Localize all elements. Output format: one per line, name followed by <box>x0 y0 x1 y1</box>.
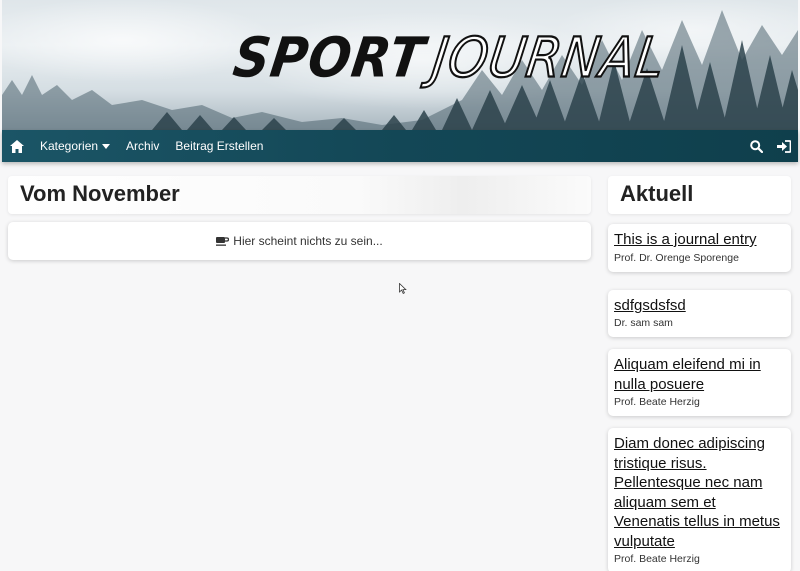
login-button[interactable] <box>770 130 798 162</box>
entry-title-link[interactable]: sdfgsdsfsd <box>614 296 785 316</box>
entry-title-link[interactable]: Aliquam eleifend mi in nulla posuere <box>614 355 785 394</box>
entry-author: Prof. Dr. Orenge Sporenge <box>614 251 739 264</box>
nav-beitrag-erstellen-label: Beitrag Erstellen <box>175 139 264 153</box>
nav-right <box>742 130 798 162</box>
main-content: Vom November Hier scheint nichts zu sein… <box>8 176 591 260</box>
nav-beitrag-erstellen[interactable]: Beitrag Erstellen <box>167 130 271 162</box>
sidebar-title: Aktuell <box>620 181 694 206</box>
nav-archiv-label: Archiv <box>126 139 160 153</box>
empty-state-card: Hier scheint nichts zu sein... <box>8 222 591 260</box>
search-button[interactable] <box>742 130 770 162</box>
caret-down-icon <box>102 143 111 149</box>
coffee-icon <box>216 236 230 246</box>
list-item: sdfgsdsfsd Dr. sam sam <box>608 289 791 337</box>
site-logo[interactable]: SPORT JOURNAL <box>230 25 670 91</box>
header-banner: SPORT JOURNAL <box>2 0 798 130</box>
nav-archiv[interactable]: Archiv <box>118 130 167 162</box>
sidebar-title-card: Aktuell <box>608 176 791 214</box>
sign-in-icon <box>777 139 791 153</box>
entry-author: Prof. Beate Herzig <box>614 553 700 565</box>
entry-title-link[interactable]: Diam donec adipiscing tristique risus. P… <box>614 434 785 551</box>
page-title-card: Vom November <box>8 176 591 214</box>
entry-author: Prof. Beate Herzig <box>614 396 700 408</box>
nav-kategorien-label: Kategorien <box>40 139 99 153</box>
home-icon <box>10 139 24 153</box>
sidebar: Aktuell This is a journal entry Prof. Dr… <box>608 176 791 571</box>
empty-state-message: Hier scheint nichts zu sein... <box>233 234 383 248</box>
page-title: Vom November <box>20 181 180 206</box>
navbar: Kategorien Archiv Beitrag Erstellen <box>2 130 798 162</box>
list-item: Diam donec adipiscing tristique risus. P… <box>608 428 791 571</box>
search-icon <box>749 139 763 153</box>
logo-journal: JOURNAL <box>427 25 670 91</box>
nav-kategorien[interactable]: Kategorien <box>32 130 118 162</box>
entry-author: Dr. sam sam <box>614 317 673 329</box>
home-link[interactable] <box>2 130 32 162</box>
mouse-pointer-icon <box>399 283 407 294</box>
list-item: This is a journal entry Prof. Dr. Orenge… <box>608 224 791 272</box>
list-item: Aliquam eleifend mi in nulla posuere Pro… <box>608 349 791 416</box>
entry-title-link[interactable]: This is a journal entry <box>614 230 785 250</box>
logo-sport: SPORT <box>229 26 430 90</box>
